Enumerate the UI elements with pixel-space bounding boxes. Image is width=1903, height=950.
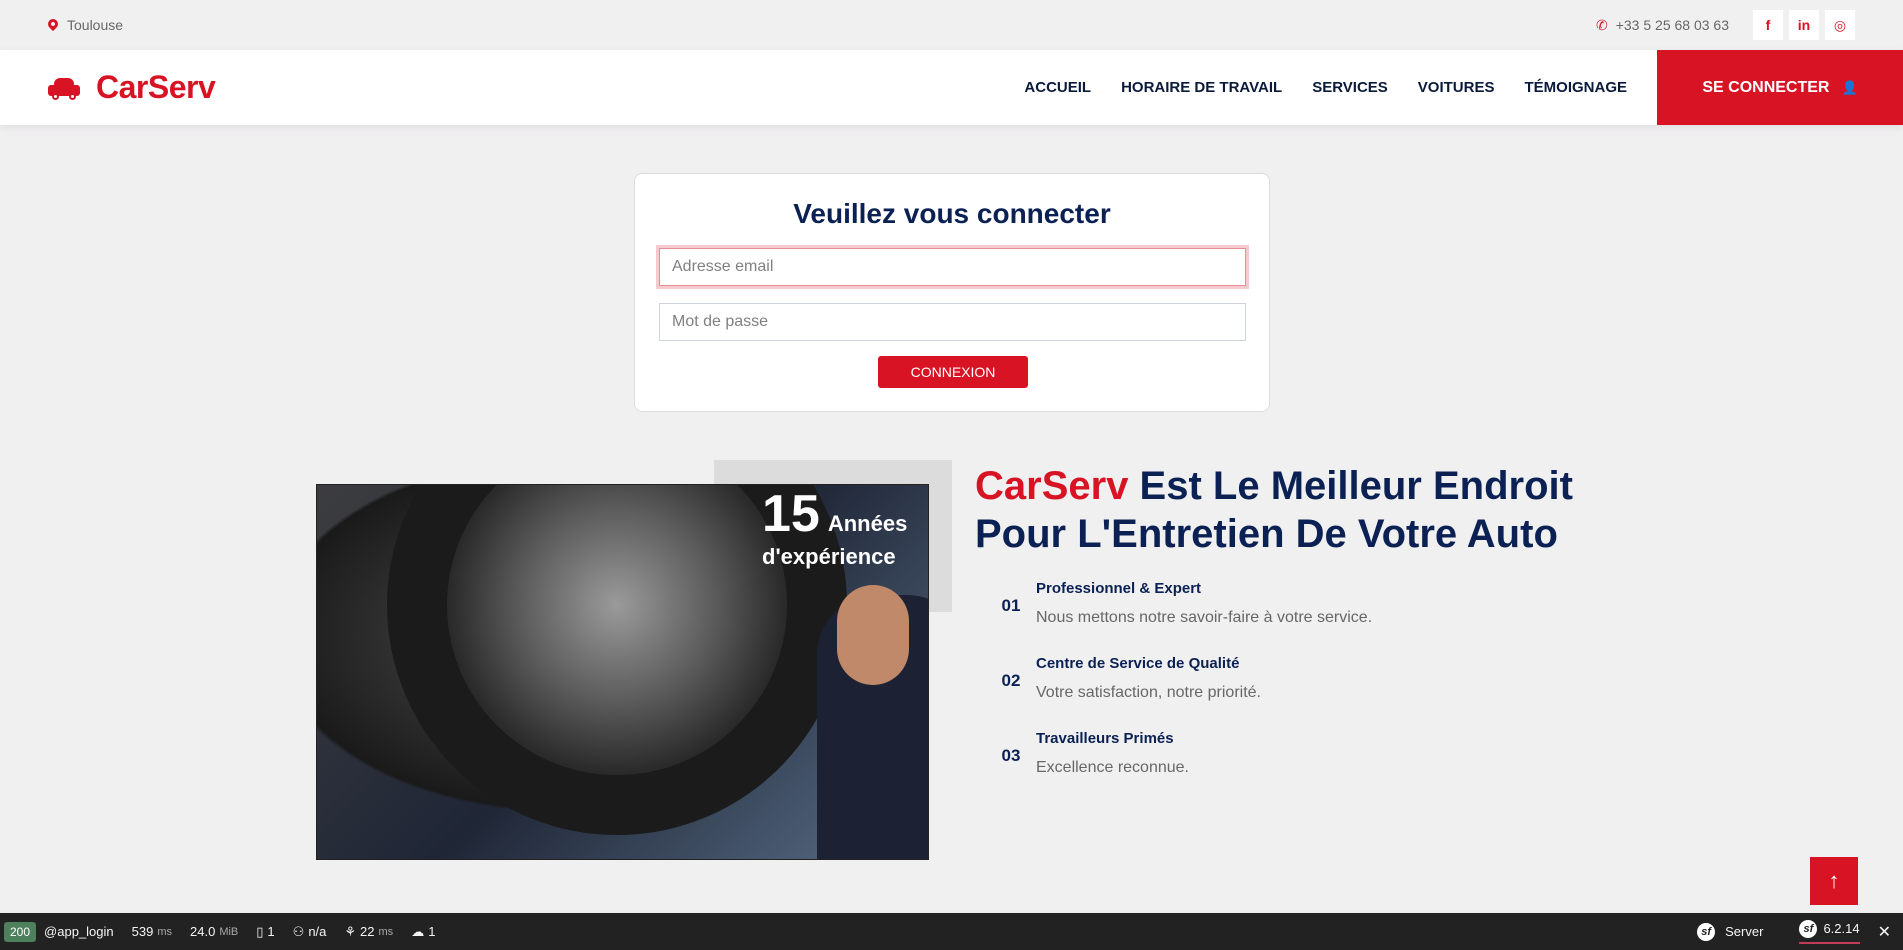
brand-logo[interactable]: CarServ	[48, 69, 216, 106]
route-item[interactable]: @app_login	[44, 924, 114, 939]
arrow-up-icon: ↑	[1828, 868, 1840, 893]
nav-item-accueil[interactable]: ACCUEIL	[1024, 79, 1091, 96]
social-links: f in ◎	[1753, 10, 1855, 40]
location-info: Toulouse	[45, 16, 124, 33]
main-navbar: CarServ ACCUEIL HORAIRE DE TRAVAIL SERVI…	[0, 50, 1903, 125]
linkedin-icon[interactable]: in	[1789, 10, 1819, 40]
symfony-logo-icon: sf	[1697, 922, 1716, 941]
status-badge[interactable]: 200	[4, 921, 37, 942]
list-item: 02 Centre de Service de Qualité Votre sa…	[986, 655, 1372, 730]
experience-badge: 15 Années d'expérience	[762, 488, 907, 570]
about-title: CarServ Est Le Meilleur Endroit Pour L'E…	[975, 462, 1595, 558]
debug-toolbar: 200 @app_login 539 ms 24.0 MiB ▯ 1 ⚇ n/a ⚘ 22…	[0, 913, 1903, 950]
feature-desc: Votre satisfaction, notre priorité.	[1036, 684, 1261, 701]
se-connecter-label: SE CONNECTER	[1702, 78, 1830, 96]
feature-number: 01	[1001, 596, 1021, 615]
twig-icon: ⚘	[344, 923, 357, 939]
time-unit: ms	[157, 925, 172, 938]
ajax-value: 1	[428, 924, 436, 939]
list-item: 01 Professionnel & Expert Nous mettons n…	[986, 580, 1373, 655]
contact-info: ✆ +33 5 25 68 03 63 f in ◎	[1596, 10, 1855, 40]
feature-desc: Nous mettons notre savoir-faire à votre …	[1036, 609, 1373, 626]
location-text: Toulouse	[67, 17, 124, 33]
close-icon[interactable]: ✕	[1878, 922, 1891, 942]
nav-item-services[interactable]: SERVICES	[1312, 79, 1388, 96]
connexion-button[interactable]: CONNEXION	[878, 356, 1028, 388]
user-item[interactable]: ⚇ n/a	[293, 924, 327, 940]
experience-number: 15	[762, 485, 820, 543]
nav-item-temoignage[interactable]: TÉMOIGNAGE	[1524, 79, 1627, 96]
memory-unit: MiB	[219, 925, 239, 938]
server-label: Server	[1725, 924, 1764, 939]
person-icon: ⚇	[292, 923, 305, 939]
topbar: Toulouse ✆ +33 5 25 68 03 63 f in ◎	[0, 0, 1903, 50]
memory-item[interactable]: 24.0 MiB	[190, 924, 238, 939]
cloud-upload-icon: ☁	[411, 923, 425, 939]
list-item: 03 Travailleurs Primés Excellence reconn…	[986, 730, 1372, 805]
feature-title: Professionnel & Expert	[1036, 580, 1202, 597]
email-input[interactable]: Adresse email	[659, 248, 1246, 286]
back-to-top-button[interactable]: ↑	[1810, 857, 1858, 905]
about-title-brand: CarServ	[975, 464, 1129, 508]
ajax-item[interactable]: ☁ 1	[411, 924, 435, 940]
facebook-icon[interactable]: f	[1753, 10, 1783, 40]
symfony-logo-icon: sf	[1799, 919, 1818, 938]
twig-item[interactable]: ⚘ 22 ms	[344, 924, 393, 940]
feature-number: 03	[1001, 746, 1021, 765]
experience-label-years: Années	[827, 511, 908, 536]
phone-text: +33 5 25 68 03 63	[1615, 17, 1729, 33]
time-item[interactable]: 539 ms	[132, 924, 172, 939]
car-icon	[48, 77, 80, 100]
version-item[interactable]: sf 6.2.14	[1799, 919, 1860, 944]
nav-links: ACCUEIL HORAIRE DE TRAVAIL SERVICES VOIT…	[1024, 79, 1627, 96]
server-item[interactable]: sf Server	[1697, 922, 1764, 941]
brand-name: CarServ	[96, 69, 216, 105]
password-input[interactable]: Mot de passe	[659, 303, 1246, 341]
experience-label-exp: d'expérience	[762, 544, 896, 569]
file-icon: ▯	[256, 923, 264, 939]
feature-title: Centre de Service de Qualité	[1036, 655, 1240, 672]
instagram-icon[interactable]: ◎	[1825, 10, 1855, 40]
feature-title: Travailleurs Primés	[1036, 730, 1174, 747]
files-item[interactable]: ▯ 1	[256, 924, 274, 940]
feature-desc: Excellence reconnue.	[1036, 759, 1189, 776]
feature-list: 01 Professionnel & Expert Nous mettons n…	[986, 580, 1373, 805]
user-value: n/a	[308, 924, 327, 939]
time-value: 539	[131, 924, 154, 939]
memory-value: 24.0	[190, 924, 216, 939]
feature-number: 02	[1001, 671, 1021, 690]
twig-unit: ms	[378, 925, 394, 938]
phone-icon: ✆	[1595, 16, 1608, 33]
login-card: Veuillez vous connecter Adresse email Mo…	[634, 173, 1270, 412]
route-text: @app_login	[44, 924, 114, 939]
se-connecter-button[interactable]: SE CONNECTER 👤	[1657, 50, 1903, 125]
version-value: 6.2.14	[1823, 921, 1860, 936]
user-icon: 👤	[1841, 79, 1858, 95]
map-pin-icon	[45, 16, 61, 32]
login-title: Veuillez vous connecter	[793, 198, 1111, 229]
files-value: 1	[267, 924, 275, 939]
twig-value: 22	[360, 924, 375, 939]
nav-item-horaire[interactable]: HORAIRE DE TRAVAIL	[1121, 79, 1282, 96]
nav-item-voitures[interactable]: VOITURES	[1418, 79, 1495, 96]
